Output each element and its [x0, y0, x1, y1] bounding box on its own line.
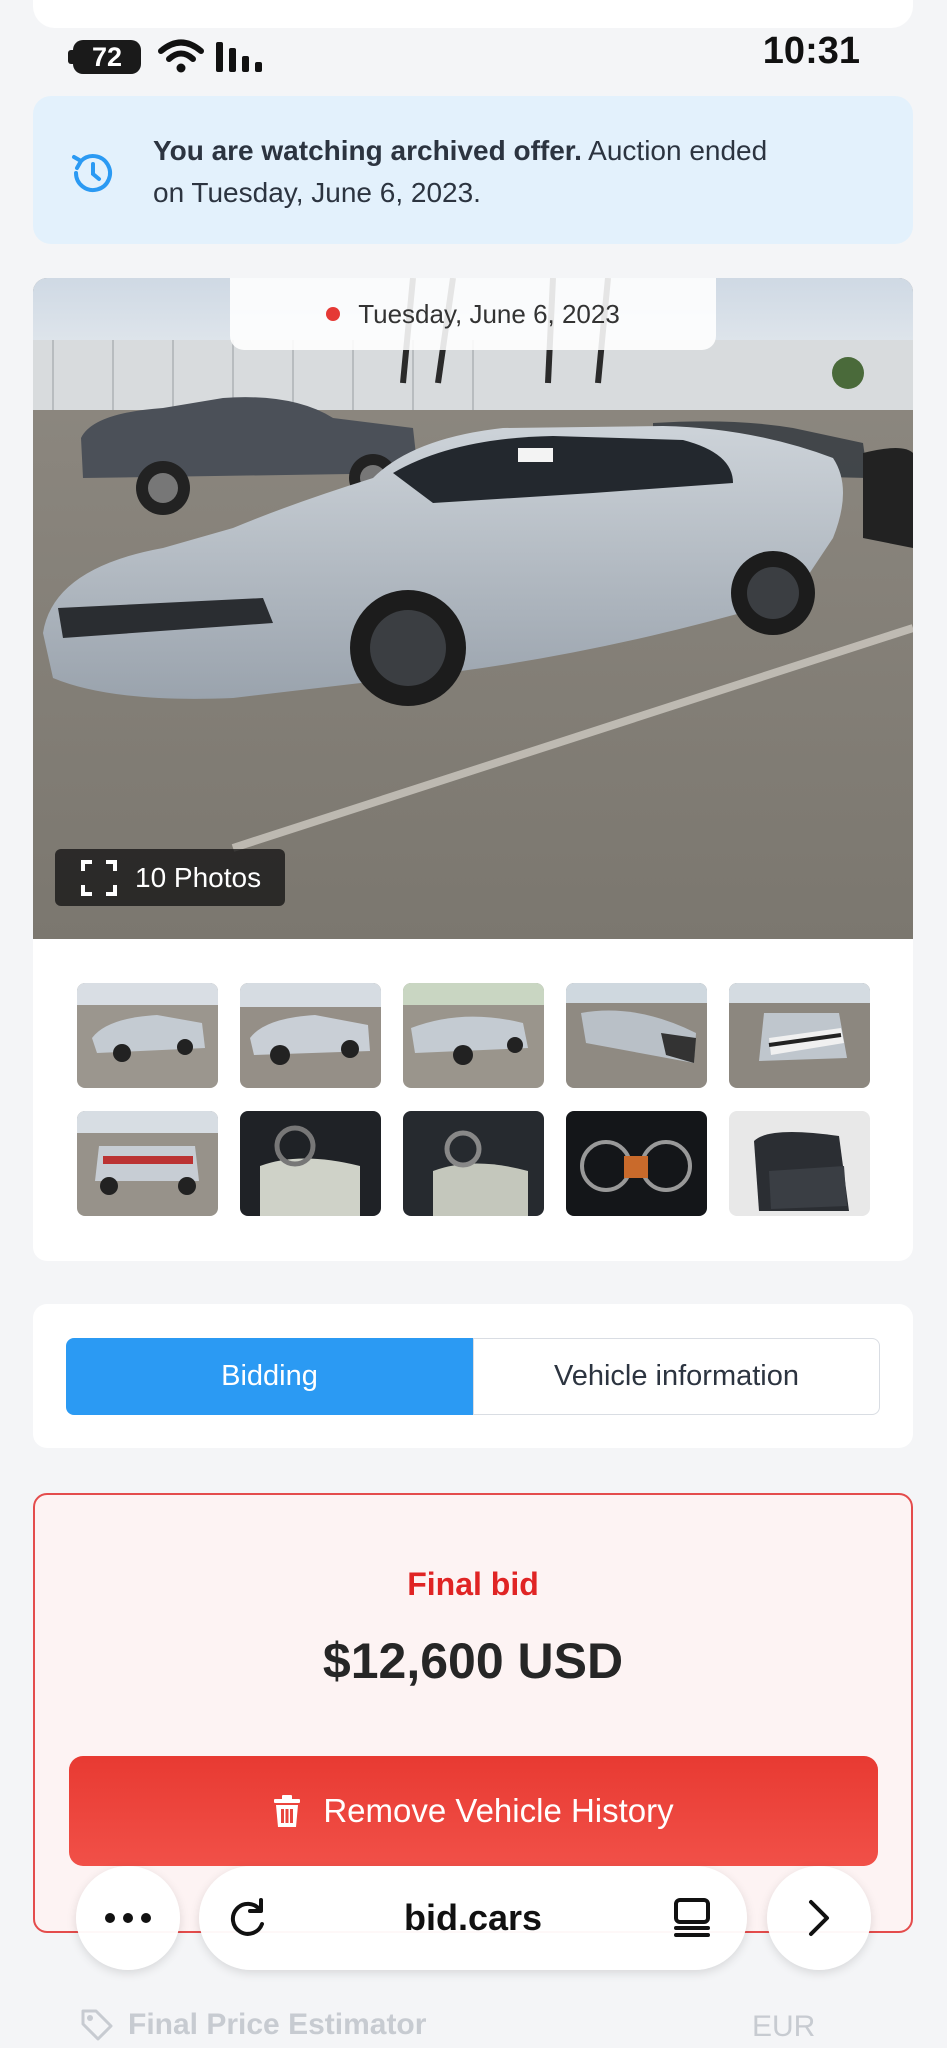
thumbnail-7[interactable] [240, 1111, 381, 1216]
trash-icon [274, 1795, 301, 1827]
status-dot [326, 307, 341, 321]
chevron-right-icon [809, 1900, 829, 1936]
cellular-signal-icon [216, 42, 262, 72]
archived-notice-text: You are watching archived offer. Auction… [153, 130, 793, 214]
thumbnail-6[interactable] [77, 1111, 218, 1216]
previous-card-edge [33, 0, 913, 28]
auction-date-label: Tuesday, June 6, 2023 [358, 298, 620, 329]
final-price-estimator: Final Price Estimator [80, 2008, 426, 2042]
main-vehicle-photo[interactable] [33, 278, 913, 939]
tabs-icon[interactable] [673, 1898, 711, 1938]
final-bid-amount: $12,600 USD [322, 1633, 624, 1689]
address-domain[interactable]: bid.cars [199, 1866, 747, 1970]
thumbnail-10[interactable] [729, 1111, 870, 1216]
notice-bold-text: You are watching archived offer. [153, 135, 582, 166]
fullscreen-icon [81, 859, 117, 896]
thumbnail-1[interactable] [77, 983, 218, 1088]
thumbnail-9[interactable] [566, 1111, 707, 1216]
thumbnail-3[interactable] [403, 983, 544, 1088]
tab-bidding[interactable]: Bidding [66, 1338, 473, 1415]
thumbnail-8[interactable] [403, 1111, 544, 1216]
remove-vehicle-history-button[interactable]: Remove Vehicle History [69, 1756, 878, 1866]
wifi-icon [158, 39, 204, 73]
history-icon [72, 154, 112, 193]
currency-select[interactable]: EUR [752, 2010, 815, 2044]
forward-button[interactable] [767, 1866, 871, 1970]
estimator-label: Final Price Estimator [128, 2008, 427, 2041]
battery-indicator: 72 [73, 40, 141, 74]
clock: 10:31 [762, 30, 860, 72]
thumbnail-5[interactable] [729, 983, 870, 1088]
more-button[interactable] [76, 1866, 180, 1970]
thumbnail-4[interactable] [566, 983, 707, 1088]
photos-count-button[interactable]: 10 Photos [55, 849, 285, 906]
remove-vehicle-history-label: Remove Vehicle History [323, 1792, 674, 1829]
price-tag-icon [81, 2009, 113, 2041]
auction-date-tag: Tuesday, June 6, 2023 [230, 278, 716, 350]
final-bid-label: Final bid [407, 1566, 539, 1602]
tab-vehicle-information[interactable]: Vehicle information [473, 1338, 880, 1415]
more-icon [105, 1913, 151, 1923]
photos-count-label: 10 Photos [135, 861, 262, 893]
thumbnail-2[interactable] [240, 983, 381, 1088]
